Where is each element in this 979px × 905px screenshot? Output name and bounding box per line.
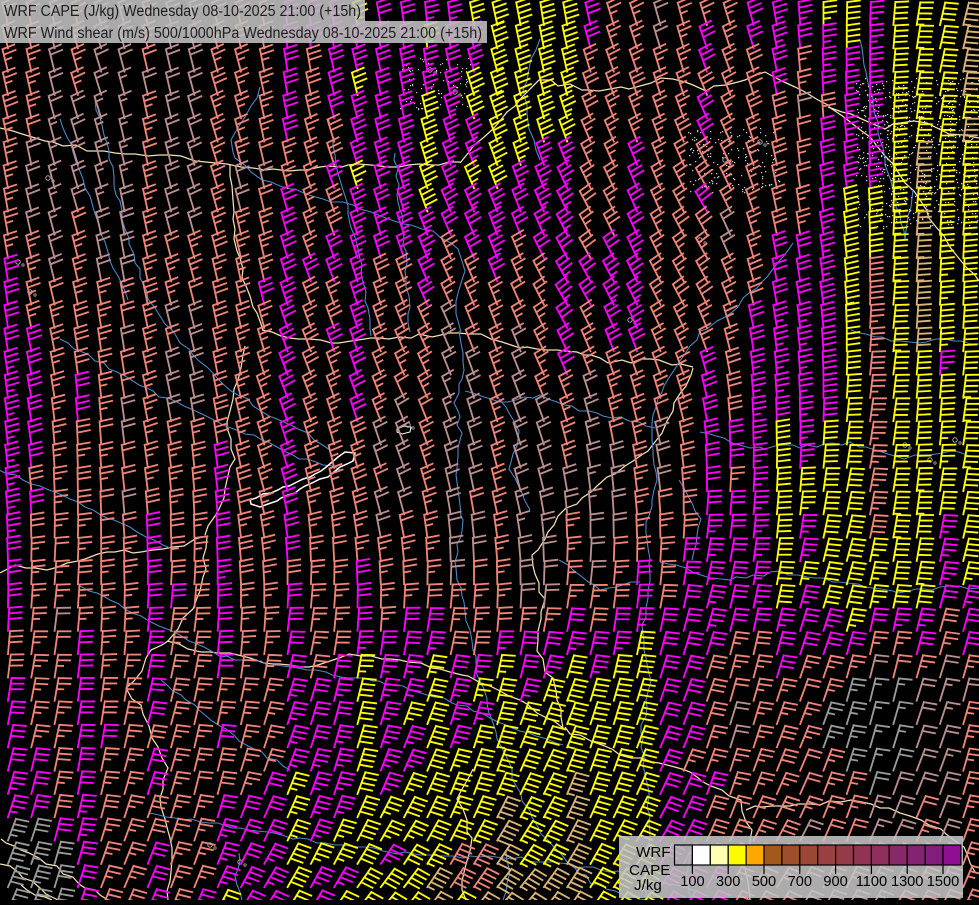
svg-text:J/kg: J/kg [634, 877, 662, 894]
svg-text:WRF: WRF [636, 844, 671, 861]
svg-text:WRF Wind shear (m/s) 500/1000h: WRF Wind shear (m/s) 500/1000hPa Wednesd… [4, 25, 482, 42]
svg-text:1300: 1300 [891, 874, 923, 890]
svg-text:100: 100 [680, 874, 704, 890]
svg-text:1500: 1500 [927, 874, 959, 890]
svg-text:700: 700 [788, 874, 812, 890]
svg-text:1100: 1100 [856, 874, 887, 890]
svg-text:WRF CAPE (J/kg) Wednesday 08-1: WRF CAPE (J/kg) Wednesday 08-10-2025 21:… [4, 3, 361, 20]
svg-text:300: 300 [716, 874, 740, 890]
svg-text:900: 900 [823, 874, 847, 890]
svg-text:500: 500 [752, 874, 776, 890]
